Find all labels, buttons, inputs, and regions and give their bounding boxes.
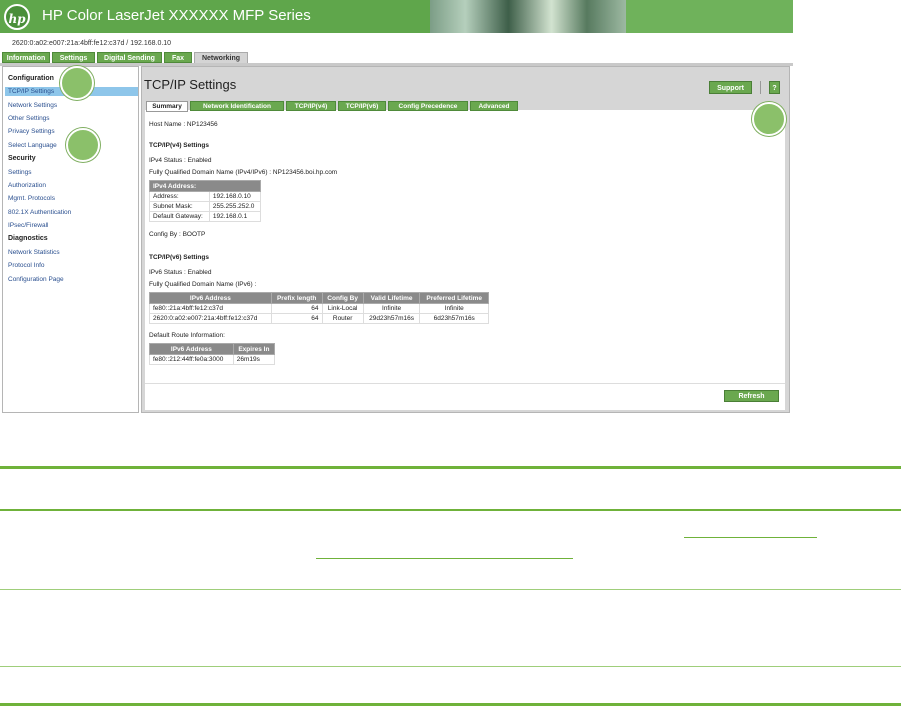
- column-header: IPv6 Address: [149, 292, 272, 304]
- valid-lifetime-cell: Infinite: [362, 303, 421, 314]
- link-underline[interactable]: [316, 558, 573, 559]
- sidebar-item-protocol-info[interactable]: Protocol Info: [8, 262, 45, 269]
- refresh-button[interactable]: Refresh: [724, 390, 779, 402]
- subtab-config-precedence[interactable]: Config Precedence: [388, 101, 468, 111]
- preferred-lifetime-cell: 6d23h57m16s: [419, 313, 489, 324]
- support-button[interactable]: Support: [709, 81, 752, 94]
- column-header: Config By: [321, 292, 364, 304]
- ipv4-row-label: Address:: [149, 191, 210, 202]
- table-bottom-rule: [0, 703, 901, 706]
- subtab-tcpip-v4[interactable]: TCP/IP(v4): [286, 101, 336, 111]
- column-header: Valid Lifetime: [362, 292, 421, 304]
- page-title: TCP/IP Settings: [144, 77, 237, 92]
- row-divider: [0, 589, 901, 590]
- ipv6-address-table: IPv6 Address Prefix length Config By Val…: [149, 292, 489, 324]
- callout-circle: [752, 102, 786, 136]
- sidebar-item-configuration-page[interactable]: Configuration Page: [8, 276, 64, 283]
- fqdn-ipv4-ipv6: Fully Qualified Domain Name (IPv4/IPv6) …: [149, 169, 338, 176]
- tab-fax[interactable]: Fax: [164, 52, 192, 63]
- callout-circle: [66, 128, 100, 162]
- subtab-summary[interactable]: Summary: [146, 101, 188, 112]
- table-row: Subnet Mask: 255.255.252.0: [149, 201, 262, 212]
- ipv4-row-value: 192.168.0.1: [208, 211, 262, 222]
- sidebar-heading-security: Security: [8, 155, 36, 162]
- sidebar-item-privacy-settings[interactable]: Privacy Settings: [8, 128, 55, 135]
- fqdn-ipv6: Fully Qualified Domain Name (IPv6) :: [149, 281, 257, 288]
- hp-logo: hp: [4, 4, 30, 30]
- column-header: Expires In: [232, 343, 276, 355]
- callout-circle: [60, 66, 94, 100]
- sidebar-item-other-settings[interactable]: Other Settings: [8, 115, 50, 122]
- sidebar-item-network-settings[interactable]: Network Settings: [8, 102, 57, 109]
- ipv6-address-cell: 2620:0:a02:e007:21a:4bff:fe12:c37d: [149, 313, 272, 324]
- device-ip-address: 2620:0:a02:e007:21a:4bff:fe12:c37d / 192…: [12, 40, 172, 47]
- table-row: fe80::21a:4bff:fe12:c37d 64 Link-Local I…: [149, 303, 489, 314]
- sidebar-heading-diagnostics: Diagnostics: [8, 235, 48, 242]
- product-name: HP Color LaserJet XXXXXX MFP Series: [42, 7, 311, 24]
- banner-photo: [430, 0, 626, 33]
- prefix-length-cell: 64: [270, 313, 323, 324]
- ipv6-address-cell: fe80::21a:4bff:fe12:c37d: [149, 303, 272, 314]
- valid-lifetime-cell: 29d23h57m16s: [362, 313, 421, 324]
- help-button[interactable]: ?: [769, 81, 780, 94]
- preferred-lifetime-cell: Infinite: [419, 303, 489, 314]
- toolbar-divider: [760, 81, 761, 94]
- summary-content: [145, 110, 785, 410]
- ipv4-config-by: Config By : BOOTP: [149, 231, 206, 238]
- tab-settings[interactable]: Settings: [52, 52, 95, 63]
- default-route-label: Default Route Information:: [149, 332, 225, 339]
- subtab-advanced[interactable]: Advanced: [470, 101, 518, 111]
- sidebar-heading-configuration: Configuration: [8, 75, 54, 82]
- config-by-cell: Router: [321, 313, 364, 324]
- route-address-cell: fe80::212:44ff:fe0a:3000: [149, 354, 234, 365]
- tab-digital-sending[interactable]: Digital Sending: [97, 52, 162, 63]
- table-row: Default Gateway: 192.168.0.1: [149, 211, 262, 222]
- ipv4-heading: TCP/IP(v4) Settings: [149, 142, 209, 149]
- table-row: 2620:0:a02:e007:21a:4bff:fe12:c37d 64 Ro…: [149, 313, 489, 324]
- sidebar-item-8021x-authentication[interactable]: 802.1X Authentication: [8, 209, 71, 216]
- table-header-rule: [0, 509, 901, 511]
- sidebar-item-tcpip-settings[interactable]: TCP/IP Settings: [8, 88, 54, 95]
- sidebar-item-select-language[interactable]: Select Language: [8, 142, 57, 149]
- ipv4-row-value: 192.168.0.10: [208, 191, 262, 202]
- column-header: Prefix length: [270, 292, 323, 304]
- default-route-table: IPv6 Address Expires In fe80::212:44ff:f…: [149, 343, 276, 365]
- sidebar-item-ipsec-firewall[interactable]: IPsec/Firewall: [8, 222, 48, 229]
- route-expires-cell: 26m19s: [232, 354, 276, 365]
- link-underline[interactable]: [684, 537, 817, 538]
- sidebar-item-authorization[interactable]: Authorization: [8, 182, 46, 189]
- host-name: Host Name : NP123456: [149, 121, 218, 128]
- ipv6-heading: TCP/IP(v6) Settings: [149, 254, 209, 261]
- ipv4-status: IPv4 Status : Enabled: [149, 157, 212, 164]
- table-row: Address: 192.168.0.10: [149, 191, 262, 202]
- content-divider: [145, 383, 785, 384]
- ipv4-table-header: IPv4 Address:: [149, 180, 261, 192]
- ipv6-status: IPv6 Status : Enabled: [149, 269, 212, 276]
- subtab-tcpip-v6[interactable]: TCP/IP(v6): [338, 101, 386, 111]
- config-by-cell: Link-Local: [321, 303, 364, 314]
- table-top-rule: [0, 466, 901, 469]
- sidebar-item-security-settings[interactable]: Settings: [8, 169, 32, 176]
- sidebar-item-mgmt-protocols[interactable]: Mgmt. Protocols: [8, 195, 55, 202]
- sidebar-item-network-statistics[interactable]: Network Statistics: [8, 249, 60, 256]
- ipv4-row-label: Subnet Mask:: [149, 201, 210, 212]
- column-header: IPv6 Address: [149, 343, 234, 355]
- column-header: Preferred Lifetime: [419, 292, 489, 304]
- tab-information[interactable]: Information: [2, 52, 50, 63]
- subtab-network-identification[interactable]: Network Identification: [190, 101, 284, 111]
- banner-accent: [626, 0, 793, 33]
- table-row: fe80::212:44ff:fe0a:3000 26m19s: [149, 354, 276, 365]
- prefix-length-cell: 64: [270, 303, 323, 314]
- row-divider: [0, 666, 901, 667]
- ipv4-row-value: 255.255.252.0: [208, 201, 262, 212]
- ipv4-row-label: Default Gateway:: [149, 211, 210, 222]
- ipv4-address-table: IPv4 Address: Address: 192.168.0.10 Subn…: [149, 180, 262, 222]
